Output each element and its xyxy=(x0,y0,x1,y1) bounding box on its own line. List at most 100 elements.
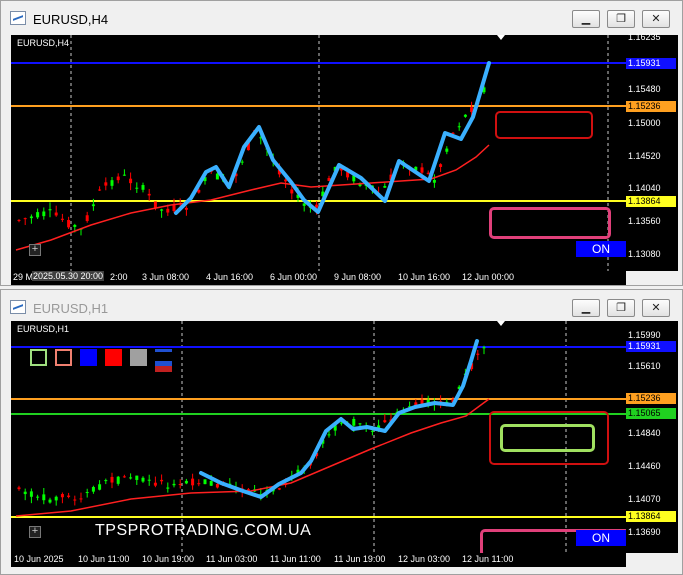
time-tick: 11 Jun 11:00 xyxy=(270,554,321,564)
bull-candle xyxy=(91,487,95,492)
bull-candle xyxy=(172,483,176,486)
time-tick: 10 Jun 2025 xyxy=(14,554,64,564)
on-button[interactable]: ON xyxy=(576,241,626,257)
bear-candle xyxy=(184,207,188,210)
bear-candle xyxy=(166,208,170,213)
yellow-line-price-tag: 1.13864 xyxy=(626,511,676,522)
bull-candle xyxy=(36,496,40,498)
bull-candle xyxy=(29,491,33,497)
price-tick: 1.15000 xyxy=(628,118,661,128)
chart-window-icon xyxy=(10,11,26,25)
bear-candle xyxy=(23,218,27,220)
chart-window-h4[interactable]: EURUSD,H4 ▁ ❐ ✕ EURUSD,H4 ON + 1.16235 1… xyxy=(0,0,683,286)
window-title: EURUSD,H4 xyxy=(33,12,109,27)
bear-candle xyxy=(426,172,430,174)
bull-candle xyxy=(141,185,145,190)
bull-candle xyxy=(302,203,306,206)
pink-zone-box[interactable] xyxy=(489,207,611,239)
bull-candle xyxy=(445,148,449,152)
bear-candle xyxy=(110,476,114,483)
bear-candle xyxy=(476,353,480,355)
orange-line-price-tag: 1.15236 xyxy=(626,393,676,404)
minimize-button[interactable]: ▁ xyxy=(572,299,600,317)
bear-candle xyxy=(54,212,58,216)
bull-candle xyxy=(48,209,52,211)
crosshair-time-label: 2025.05.30 20:00 xyxy=(32,271,105,281)
title-bar[interactable]: EURUSD,H1 ▁ ❐ ✕ xyxy=(1,290,682,322)
chart-window-icon xyxy=(10,300,26,314)
restore-button[interactable]: ❐ xyxy=(607,10,635,28)
bear-candle xyxy=(197,483,201,485)
on-button[interactable]: ON xyxy=(576,530,626,546)
bull-candle xyxy=(240,161,244,163)
bear-candle xyxy=(383,420,387,423)
time-scale[interactable]: 29 M 2025.05.30 20:00 2:00 3 Jun 08:00 4… xyxy=(11,271,626,285)
bull-candle xyxy=(147,479,151,481)
bear-candle xyxy=(79,498,83,500)
bear-candle xyxy=(153,201,157,208)
time-tick: 12 Jun 11:00 xyxy=(462,554,514,564)
price-scale[interactable]: 1.15990 1.15931 1.15610 1.15236 1.15065 … xyxy=(626,321,678,553)
watermark-text: TPSPROTRADING.COM.UA xyxy=(95,522,312,539)
yellow-line-price-tag: 1.13864 xyxy=(626,196,676,207)
blue-line-price-tag: 1.15931 xyxy=(626,341,676,352)
bull-candle xyxy=(54,496,58,501)
red-zone-box[interactable] xyxy=(495,111,593,139)
bear-candle xyxy=(197,189,201,193)
time-tick: 12 Jun 03:00 xyxy=(398,554,451,564)
plus-icon[interactable]: + xyxy=(29,526,41,538)
gray-fill-tool[interactable] xyxy=(130,349,147,366)
bull-candle xyxy=(482,347,486,349)
bull-candle xyxy=(457,126,461,128)
price-scale[interactable]: 1.16235 1.15931 1.15480 1.15236 1.15000 … xyxy=(626,32,678,271)
bear-candle xyxy=(67,220,71,228)
red-fill-tool[interactable] xyxy=(105,349,122,366)
green-zone-box[interactable] xyxy=(500,424,595,452)
wave-indicator-line xyxy=(174,61,491,215)
price-tick: 1.13080 xyxy=(628,249,661,259)
salmon-square-tool[interactable] xyxy=(55,349,72,366)
bull-candle xyxy=(166,487,170,489)
bull-candle xyxy=(383,186,387,188)
bear-candle xyxy=(420,167,424,173)
bear-candle xyxy=(104,182,108,186)
close-button[interactable]: ✕ xyxy=(642,10,670,28)
bull-candle xyxy=(370,430,374,432)
bear-candle xyxy=(178,484,182,486)
current-bar-marker-icon xyxy=(497,35,505,40)
bear-candle xyxy=(73,499,77,501)
bull-candle xyxy=(432,180,436,183)
close-button[interactable]: ✕ xyxy=(642,299,670,317)
plus-icon[interactable]: + xyxy=(29,244,41,256)
window-title: EURUSD,H1 xyxy=(33,301,109,316)
time-tick: 2:00 xyxy=(110,272,128,282)
lines-tool[interactable] xyxy=(155,349,172,361)
bear-candle xyxy=(116,176,120,181)
price-tick: 1.14520 xyxy=(628,151,661,161)
price-chart[interactable]: EURUSD,H1 ON TPSPROTRADING.COM.UA + xyxy=(11,321,626,553)
bear-candle xyxy=(129,178,133,184)
bear-candle xyxy=(172,205,176,212)
price-tick: 1.15610 xyxy=(628,361,661,371)
title-bar[interactable]: EURUSD,H4 ▁ ❐ ✕ xyxy=(1,1,682,33)
bull-candle xyxy=(42,494,46,501)
blue-fill-tool[interactable] xyxy=(80,349,97,366)
minimize-button[interactable]: ▁ xyxy=(572,10,600,28)
time-scale[interactable]: 10 Jun 2025 10 Jun 11:00 10 Jun 19:00 11… xyxy=(11,553,626,567)
price-tick: 1.15990 xyxy=(628,330,661,340)
bull-candle xyxy=(42,211,46,217)
bear-candle xyxy=(191,478,195,486)
price-tick: 1.14070 xyxy=(628,494,661,504)
moving-average-line xyxy=(15,144,490,251)
bull-candle xyxy=(358,423,362,425)
green-square-tool[interactable] xyxy=(30,349,47,366)
price-tick: 1.14840 xyxy=(628,428,661,438)
bull-candle xyxy=(48,499,52,503)
restore-button[interactable]: ❐ xyxy=(607,299,635,317)
symbol-label: EURUSD,H1 xyxy=(17,324,70,334)
chart-window-h1[interactable]: EURUSD,H1 ▁ ❐ ✕ EURUSD,H1 ON TPSPROTRADI… xyxy=(0,289,683,575)
bull-candle xyxy=(85,492,89,494)
price-chart[interactable]: EURUSD,H4 ON + xyxy=(11,35,626,271)
bear-candle xyxy=(290,189,294,194)
bear-candle xyxy=(277,488,281,490)
